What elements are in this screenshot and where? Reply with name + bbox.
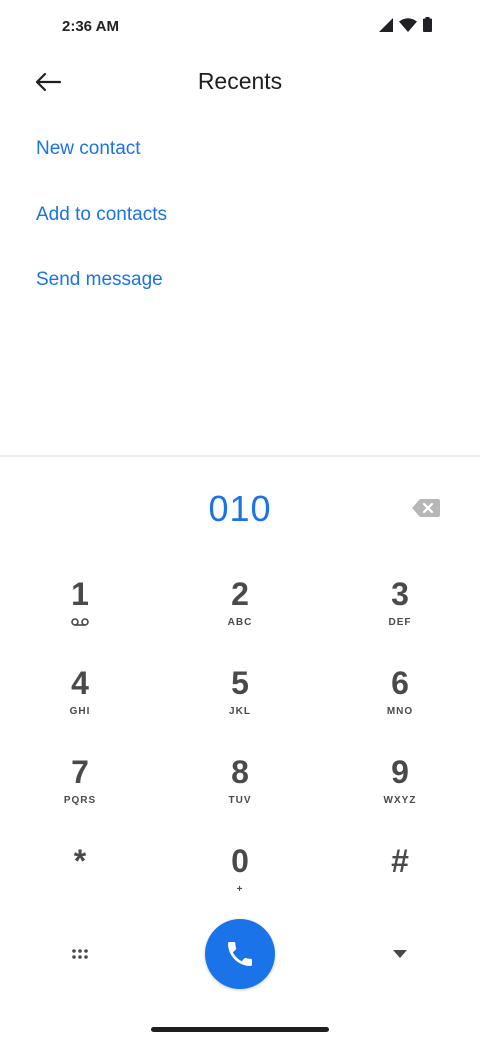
key-letters: DEF bbox=[388, 616, 412, 628]
page-title: Recents bbox=[197, 68, 283, 94]
key-4[interactable]: 4 GHI bbox=[10, 659, 150, 739]
key-digit: 0 bbox=[231, 843, 249, 879]
dialpad-options-button[interactable] bbox=[60, 934, 100, 974]
status-icons bbox=[379, 17, 432, 32]
home-indicator[interactable] bbox=[151, 1027, 329, 1032]
status-time: 2:36 AM bbox=[62, 18, 119, 35]
send-message-link[interactable]: Send message bbox=[36, 269, 163, 291]
dropdown-arrow-icon bbox=[393, 950, 407, 958]
collapse-dialpad-button[interactable] bbox=[380, 934, 420, 974]
key-digit: 9 bbox=[391, 754, 409, 790]
dialpad-grid-icon bbox=[72, 949, 88, 959]
key-6[interactable]: 6 MNO bbox=[330, 659, 470, 739]
key-digit: 8 bbox=[231, 754, 249, 790]
wifi-icon bbox=[399, 17, 417, 32]
key-digit: 3 bbox=[391, 576, 409, 612]
key-digit: 6 bbox=[391, 665, 409, 701]
key-9[interactable]: 9 WXYZ bbox=[330, 748, 470, 828]
key-letters: WXYZ bbox=[383, 794, 417, 806]
key-letters: PQRS bbox=[63, 794, 97, 806]
key-3[interactable]: 3 DEF bbox=[330, 570, 470, 650]
key-letters: + bbox=[236, 883, 244, 895]
key-digit: * bbox=[73, 843, 87, 879]
key-digit: 5 bbox=[231, 665, 249, 701]
voicemail-icon bbox=[71, 618, 89, 626]
key-letters: JKL bbox=[229, 705, 251, 717]
add-to-contacts-link[interactable]: Add to contacts bbox=[36, 204, 167, 226]
key-hash[interactable]: # bbox=[330, 837, 470, 917]
key-2[interactable]: 2 ABC bbox=[170, 570, 310, 650]
key-digit: 4 bbox=[71, 665, 89, 701]
backspace-icon bbox=[412, 499, 440, 517]
battery-icon bbox=[423, 17, 432, 32]
call-button[interactable] bbox=[205, 919, 275, 989]
key-letters: ABC bbox=[227, 616, 253, 628]
key-8[interactable]: 8 TUV bbox=[170, 748, 310, 828]
key-letters bbox=[71, 616, 89, 628]
key-star[interactable]: * bbox=[10, 837, 150, 917]
signal-icon bbox=[379, 17, 393, 32]
backspace-button[interactable] bbox=[412, 498, 444, 520]
key-0[interactable]: 0 + bbox=[170, 837, 310, 917]
dialed-number[interactable]: 010 bbox=[0, 488, 480, 530]
phone-icon bbox=[228, 942, 252, 966]
dialpad-divider bbox=[0, 455, 480, 457]
key-digit: 1 bbox=[71, 576, 89, 612]
key-letters: TUV bbox=[228, 794, 252, 806]
key-letters: MNO bbox=[386, 705, 414, 717]
new-contact-link[interactable]: New contact bbox=[36, 138, 141, 160]
app-bar: Recents bbox=[0, 56, 480, 108]
key-digit: # bbox=[391, 843, 409, 879]
key-5[interactable]: 5 JKL bbox=[170, 659, 310, 739]
key-digit: 2 bbox=[231, 576, 249, 612]
key-1[interactable]: 1 bbox=[10, 570, 150, 650]
key-letters: GHI bbox=[69, 705, 91, 717]
key-digit: 7 bbox=[71, 754, 89, 790]
status-bar: 2:36 AM bbox=[0, 0, 480, 56]
key-7[interactable]: 7 PQRS bbox=[10, 748, 150, 828]
